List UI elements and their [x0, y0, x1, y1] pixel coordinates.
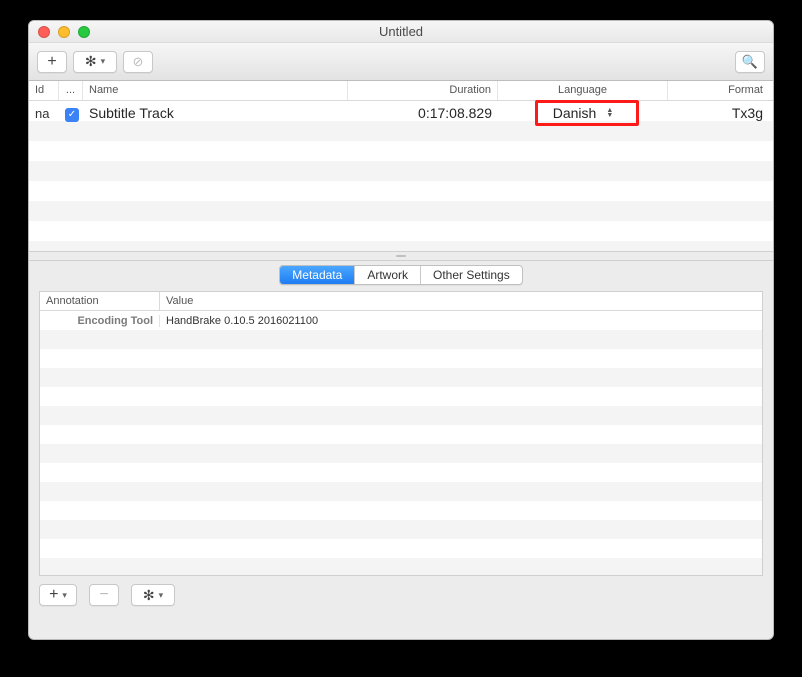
tab-bar: Metadata Artwork Other Settings — [29, 265, 773, 285]
cancel-button: ⊘ — [123, 51, 153, 73]
app-window: Untitled + ✻▾ ⊘ 🔍 Id ... Name Duration L… — [28, 20, 774, 640]
updown-icon: ▲▼ — [606, 108, 613, 118]
tab-other-settings[interactable]: Other Settings — [420, 266, 522, 284]
search-button[interactable]: 🔍 — [735, 51, 765, 73]
chevron-down-icon: ▾ — [62, 590, 67, 601]
track-language-value: Danish — [553, 105, 597, 121]
tab-metadata[interactable]: Metadata — [280, 266, 354, 284]
toolbar: + ✻▾ ⊘ 🔍 — [29, 43, 773, 81]
minus-icon: − — [99, 588, 108, 602]
col-enabled[interactable]: ... — [59, 81, 83, 100]
track-enabled-checkbox[interactable]: ✓ — [65, 108, 79, 122]
col-annotation[interactable]: Annotation — [40, 292, 160, 310]
search-icon: 🔍 — [742, 54, 758, 70]
bottom-toolbar: +▾ − ✻▾ — [29, 584, 773, 616]
col-language[interactable]: Language — [498, 81, 668, 100]
gear-icon: ✻ — [143, 587, 155, 604]
col-name[interactable]: Name — [83, 81, 348, 100]
tracks-table: Id ... Name Duration Language Format na … — [29, 81, 773, 251]
metadata-body: Encoding Tool HandBrake 0.10.5 201602110… — [40, 311, 762, 575]
window-title: Untitled — [29, 24, 773, 39]
split-divider[interactable] — [29, 251, 773, 261]
track-id: na — [29, 106, 59, 121]
minimize-window-button[interactable] — [58, 26, 70, 38]
metadata-header-row: Annotation Value — [40, 292, 762, 311]
track-format: Tx3g — [668, 105, 773, 121]
track-duration: 0:17:08.829 — [348, 105, 498, 121]
table-row[interactable]: Encoding Tool HandBrake 0.10.5 201602110… — [40, 311, 762, 330]
col-format[interactable]: Format — [668, 81, 773, 100]
zoom-window-button[interactable] — [78, 26, 90, 38]
tab-artwork[interactable]: Artwork — [354, 266, 420, 284]
col-id[interactable]: Id — [29, 81, 59, 100]
close-window-button[interactable] — [38, 26, 50, 38]
tracks-header-row: Id ... Name Duration Language Format — [29, 81, 773, 101]
tracks-body: na ✓ Subtitle Track 0:17:08.829 Danish ▲… — [29, 101, 773, 251]
col-value[interactable]: Value — [160, 292, 762, 310]
remove-metadata-button: − — [89, 584, 119, 606]
add-track-button[interactable]: + — [37, 51, 67, 73]
plus-icon: + — [49, 588, 58, 602]
track-language-cell: Danish ▲▼ — [498, 104, 668, 122]
track-name[interactable]: Subtitle Track — [83, 105, 348, 121]
gear-icon: ✻ — [85, 53, 97, 70]
grip-icon — [396, 255, 406, 257]
col-duration[interactable]: Duration — [348, 81, 498, 100]
metadata-table: Annotation Value Encoding Tool HandBrake… — [39, 291, 763, 576]
action-menu-button[interactable]: ✻▾ — [73, 51, 117, 73]
track-language-select[interactable]: Danish ▲▼ — [545, 104, 622, 122]
track-enabled-cell: ✓ — [59, 104, 83, 122]
cancel-icon: ⊘ — [133, 54, 144, 70]
plus-icon: + — [47, 55, 56, 69]
chevron-down-icon: ▾ — [101, 56, 106, 67]
metadata-action-button[interactable]: ✻▾ — [131, 584, 175, 606]
table-row[interactable]: na ✓ Subtitle Track 0:17:08.829 Danish ▲… — [29, 101, 773, 125]
chevron-down-icon: ▾ — [159, 590, 164, 601]
titlebar: Untitled — [29, 21, 773, 43]
annotation-value[interactable]: HandBrake 0.10.5 2016021100 — [160, 315, 762, 327]
annotation-name: Encoding Tool — [40, 315, 160, 327]
add-metadata-button[interactable]: +▾ — [39, 584, 77, 606]
